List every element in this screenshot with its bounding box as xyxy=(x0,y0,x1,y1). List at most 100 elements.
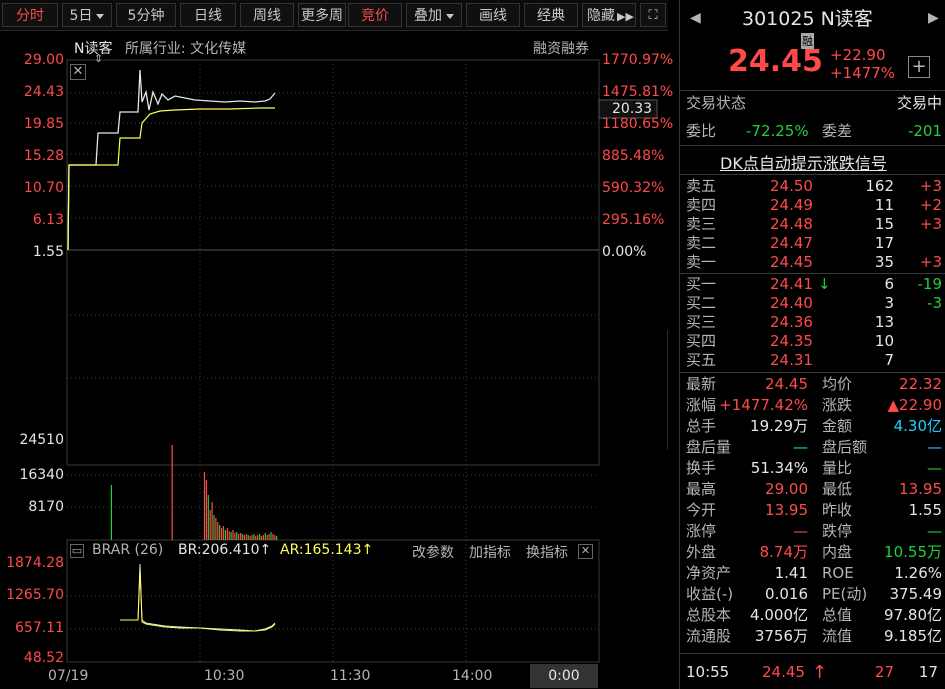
ask-price: 24.45 xyxy=(770,253,813,271)
price-axis-label: 6.13 xyxy=(32,212,64,228)
volume-bar xyxy=(259,534,261,540)
volume-bar xyxy=(171,445,173,540)
volume-bar xyxy=(222,526,225,540)
close-icon[interactable]: ✕ xyxy=(70,64,86,80)
ask-price: 24.49 xyxy=(770,196,813,214)
arrow-up-icon: ↑ xyxy=(812,662,828,683)
stat-label: 总手 xyxy=(686,417,717,435)
stat-label: 流通股 xyxy=(686,627,732,645)
dk-signal-link[interactable]: DK点自动提示涨跌信号 xyxy=(720,150,887,174)
tab-auction[interactable]: 竞价 xyxy=(348,3,402,27)
indicator-ar-value: AR:165.143↑ xyxy=(280,542,374,558)
prev-stock-icon[interactable]: ◀ xyxy=(690,10,701,26)
add-indicator-button[interactable]: 加指标 xyxy=(469,542,511,562)
stat-value: 22.32 xyxy=(899,375,942,393)
indicator-axis-label: 1874.28 xyxy=(6,555,64,571)
tick-volume: 27 xyxy=(874,663,894,681)
ask-price: 24.50 xyxy=(770,177,813,195)
volume-bar xyxy=(272,534,274,540)
tab-daily[interactable]: 日线 xyxy=(180,3,236,27)
volume-bar xyxy=(232,530,234,540)
tab-intraday[interactable]: 分时 xyxy=(2,3,58,27)
tab-5min[interactable]: 5分钟 xyxy=(116,3,176,27)
crosshair-time: 0:00 xyxy=(530,664,598,688)
ask-volume: 15 xyxy=(874,215,894,233)
volume-bar xyxy=(205,480,207,540)
stat-row: 换手 51.34% 量比 — xyxy=(686,458,942,479)
switch-indicator-button[interactable]: 换指标 xyxy=(526,542,568,562)
volume-bar xyxy=(251,535,253,540)
collapse-indicator-icon[interactable]: ▭ xyxy=(70,544,84,558)
edit-params-button[interactable]: 改参数 xyxy=(412,542,454,562)
volume-bar xyxy=(268,534,270,540)
bid-volume: 13 xyxy=(874,313,894,331)
volume-bar xyxy=(228,531,230,540)
bid-row: 买二 24.40 3 -3 xyxy=(686,293,942,314)
volume-bar xyxy=(224,530,226,540)
stat-value: 1.55 xyxy=(908,501,942,519)
tab-drawing[interactable]: 画线 xyxy=(466,3,520,27)
stat-row: 流通股 3756万 流值 9.185亿 xyxy=(686,626,942,647)
ask-change: +3 xyxy=(919,215,942,233)
tab-hide[interactable]: 隐藏 ▶▶ xyxy=(582,3,636,27)
stock-code-name: 301025 N读客 xyxy=(742,8,873,30)
stat-label: 跌停 xyxy=(822,522,853,540)
tick-count: 17 xyxy=(918,663,938,681)
bid-row: 买三 24.36 13 xyxy=(686,312,942,333)
volume-bar xyxy=(270,532,272,540)
indicator-br-line xyxy=(120,563,276,632)
pct-axis-label: 0.00% xyxy=(602,244,647,260)
tab-more-periods[interactable]: 更多周 xyxy=(298,3,346,27)
indicator-name: BRAR (26) xyxy=(92,542,164,558)
trade-status-row: 交易状态 交易中 xyxy=(686,93,942,114)
close-indicator-icon[interactable]: ✕ xyxy=(578,544,593,559)
pct-axis-label: 1475.81% xyxy=(602,84,674,100)
volume-bar xyxy=(260,536,263,540)
fullscreen-icon[interactable]: ⛶ xyxy=(640,3,666,27)
ask-row: 卖一 24.45 35 +3 xyxy=(686,252,942,273)
stat-value: 1.26% xyxy=(894,564,942,582)
bid-row: 买一 24.41 ↓ 6 -19 xyxy=(686,274,942,295)
pin-icon[interactable]: ⇕ xyxy=(94,52,103,65)
stat-label: 收益(-) xyxy=(686,585,734,603)
volume-bar xyxy=(253,534,255,540)
stat-value: 19.29万 xyxy=(750,417,808,435)
next-stock-icon[interactable]: ▶ xyxy=(928,10,939,26)
margin-trading-link[interactable]: 融资融券 xyxy=(533,38,589,58)
indicator-axis-label: 1265.70 xyxy=(6,587,64,603)
stat-label: ROE xyxy=(822,564,854,582)
price-axis-label: 15.28 xyxy=(23,148,64,164)
stat-value: 3756万 xyxy=(754,627,808,645)
bid-label: 买二 xyxy=(686,294,717,312)
add-watchlist-icon[interactable]: + xyxy=(908,56,930,78)
chart-scrollbar xyxy=(667,330,668,450)
pct-axis-label: 590.32% xyxy=(602,180,665,196)
stat-label: 昨收 xyxy=(822,501,853,519)
volume-axis-label: 24510 xyxy=(19,432,64,448)
stat-label: 涨停 xyxy=(686,522,717,540)
bid-label: 买四 xyxy=(686,332,717,350)
ask-row: 卖四 24.49 11 +2 xyxy=(686,195,942,216)
volume-bar xyxy=(211,502,213,540)
ask-row: 卖二 24.47 17 xyxy=(686,233,942,254)
stat-row: 总股本 4.000亿 总值 97.80亿 xyxy=(686,605,942,626)
tab-weekly[interactable]: 周线 xyxy=(240,3,294,27)
bid-change: -19 xyxy=(917,275,943,293)
pct-axis-label: 295.16% xyxy=(602,212,665,228)
intraday-chart[interactable]: N读客 所属行业: 文化传媒 融资融券 ✕ ⇕ 29.00 24.43 19.8… xyxy=(0,30,673,688)
price-series-line xyxy=(67,69,276,251)
volume-bar xyxy=(240,533,242,540)
divider xyxy=(680,372,945,373)
stat-value: 97.80亿 xyxy=(884,606,942,624)
bid-change: -3 xyxy=(927,294,942,312)
price-change-pct: +1477% xyxy=(830,64,895,82)
bid-price: 24.36 xyxy=(770,313,813,331)
tab-overlay[interactable]: 叠加 xyxy=(406,3,462,27)
tab-5day[interactable]: 5日 xyxy=(62,3,112,27)
ask-volume: 17 xyxy=(874,234,894,252)
tab-classic[interactable]: 经典 xyxy=(524,3,578,27)
weibi-label: 委比 xyxy=(686,122,717,140)
volume-axis-label: 16340 xyxy=(19,467,64,483)
ask-price: 24.48 xyxy=(770,215,813,233)
price-axis-label: 19.85 xyxy=(23,116,64,132)
